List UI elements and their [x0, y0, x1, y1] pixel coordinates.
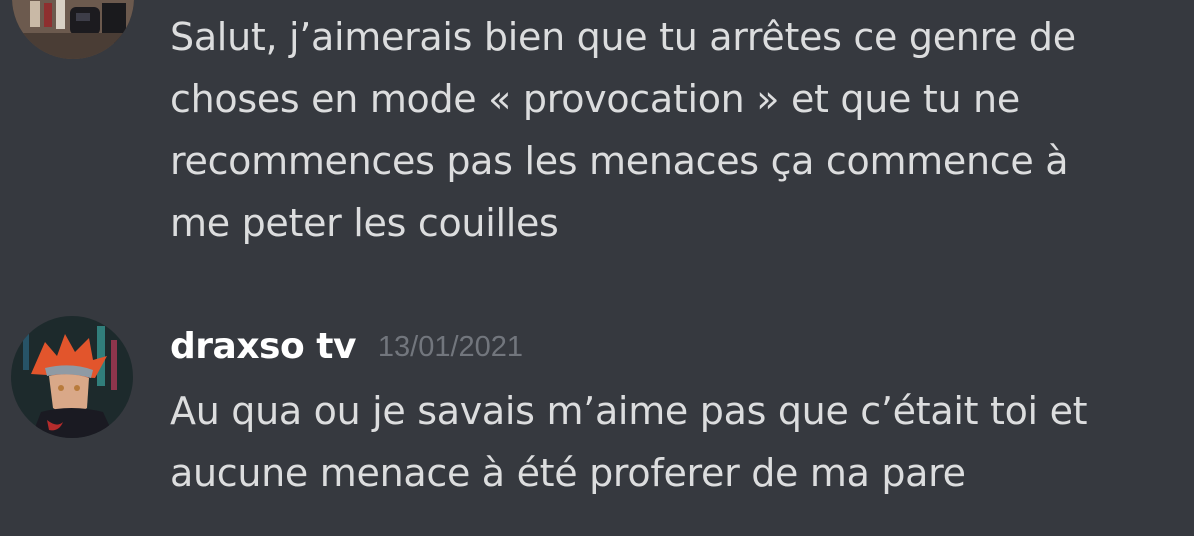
user-avatar-photo — [11, 316, 133, 438]
message-header: draxso tv 13/01/2021 — [170, 326, 523, 367]
message-line: choses en mode « provocation » et que tu… — [170, 77, 1020, 121]
username[interactable]: draxso tv — [170, 326, 356, 367]
user-avatar[interactable] — [11, 316, 133, 438]
user-avatar[interactable] — [12, 0, 134, 59]
message-line: aucune menace à été proferer de ma pare — [170, 451, 966, 495]
message-content: Salut, j’aimerais bien que tu arrêtes ce… — [170, 6, 1180, 254]
message-line: Au qua ou je savais m’aime pas que c’éta… — [170, 389, 1088, 433]
message-line: me peter les couilles — [170, 201, 559, 245]
timestamp: 13/01/2021 — [377, 331, 524, 363]
message-line: recommences pas les menaces ça commence … — [170, 139, 1069, 183]
user-avatar-photo — [12, 0, 134, 59]
message-content: Au qua ou je savais m’aime pas que c’éta… — [170, 380, 1180, 504]
message-line: Salut, j’aimerais bien que tu arrêtes ce… — [170, 15, 1076, 59]
